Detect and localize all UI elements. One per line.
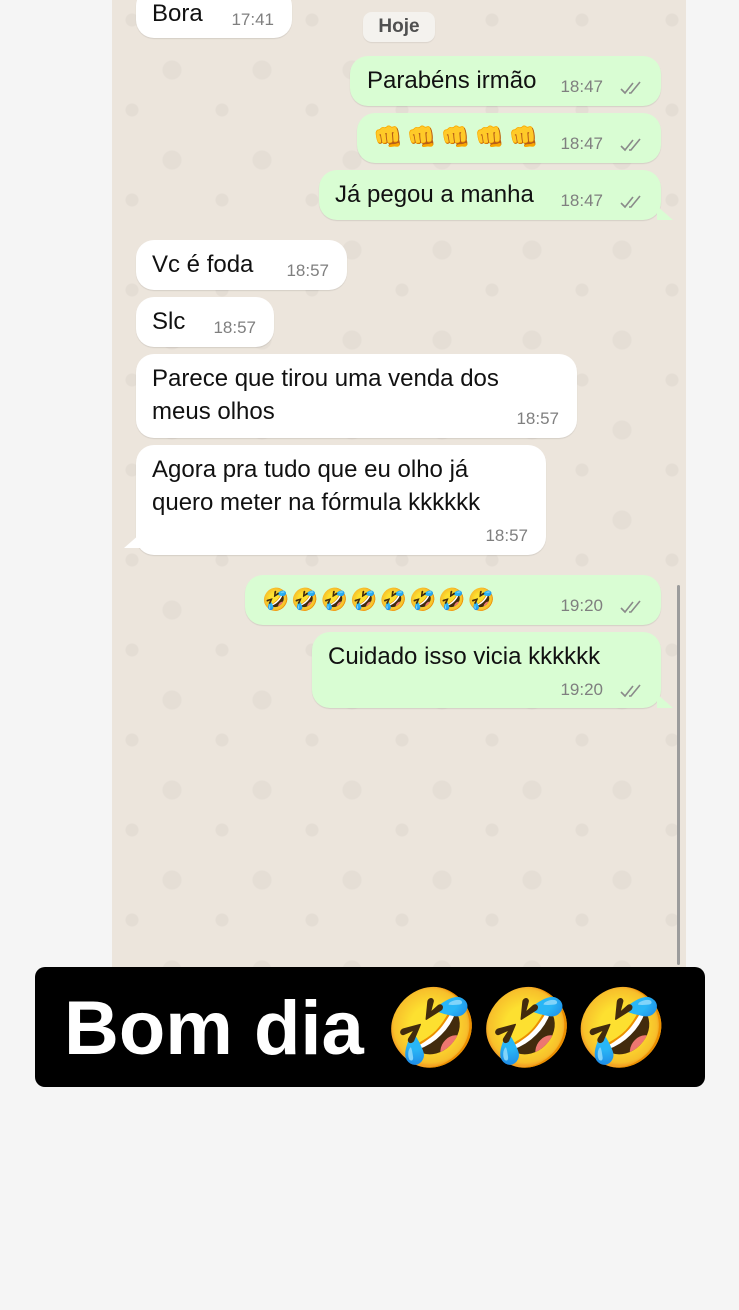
message-outgoing[interactable]: 👊👊👊👊👊 18:47 — [357, 113, 661, 163]
message-text-line: meus olhos — [152, 398, 275, 425]
message-time: 19:20 — [560, 680, 603, 699]
message-time: 18:57 — [286, 261, 329, 280]
message-incoming[interactable]: Slc 18:57 — [136, 297, 274, 347]
caption-text: Bom dia 🤣🤣🤣 — [64, 986, 669, 1071]
message-outgoing[interactable]: 🤣🤣🤣🤣🤣🤣🤣🤣 19:20 — [245, 575, 661, 625]
message-time: 18:47 — [560, 191, 603, 210]
message-text-line: Parece que tirou uma venda dos — [152, 365, 499, 392]
message-text: Parabéns irmão — [367, 67, 537, 94]
double-check-icon — [620, 138, 641, 152]
bubble-tail — [124, 534, 140, 548]
message-text: Vc é foda — [152, 251, 254, 278]
message-text-line: Agora pra tudo que eu olho já — [152, 456, 469, 483]
message-outgoing[interactable]: Parabéns irmão 18:47 — [350, 56, 661, 106]
message-text: Cuidado isso vicia kkkkkk — [328, 643, 601, 670]
message-time: 18:57 — [213, 318, 256, 337]
bubble-tail — [657, 694, 673, 708]
message-time: 18:47 — [560, 77, 603, 96]
message-text: Bora — [152, 0, 203, 27]
message-time: 18:57 — [516, 409, 559, 428]
double-check-icon — [620, 600, 641, 614]
scrollbar[interactable] — [677, 585, 680, 965]
message-text: 🤣🤣🤣🤣🤣🤣🤣🤣 — [262, 587, 498, 612]
message-incoming[interactable]: Bora 17:41 — [136, 0, 292, 38]
message-incoming[interactable]: Agora pra tudo que eu olho já quero mete… — [136, 445, 546, 555]
message-text-line: quero meter na fórmula kkkkkk — [152, 489, 481, 516]
double-check-icon — [620, 81, 641, 95]
message-incoming[interactable]: Parece que tirou uma venda dos meus olho… — [136, 354, 577, 438]
double-check-icon — [620, 684, 641, 698]
message-text: Slc — [152, 308, 186, 335]
message-outgoing[interactable]: Já pegou a manha 18:47 — [319, 170, 661, 220]
message-incoming[interactable]: Vc é foda 18:57 — [136, 240, 347, 290]
message-time: 19:20 — [560, 596, 603, 615]
message-time: 17:41 — [231, 10, 274, 29]
message-text: Já pegou a manha — [335, 181, 534, 208]
message-outgoing[interactable]: Cuidado isso vicia kkkkkk 19:20 — [312, 632, 661, 708]
double-check-icon — [620, 195, 641, 209]
date-separator: Hoje — [363, 12, 435, 42]
message-time: 18:57 — [485, 526, 528, 545]
bubble-tail — [657, 206, 673, 220]
message-text: 👊👊👊👊👊 — [373, 124, 543, 151]
message-time: 18:47 — [560, 134, 603, 153]
